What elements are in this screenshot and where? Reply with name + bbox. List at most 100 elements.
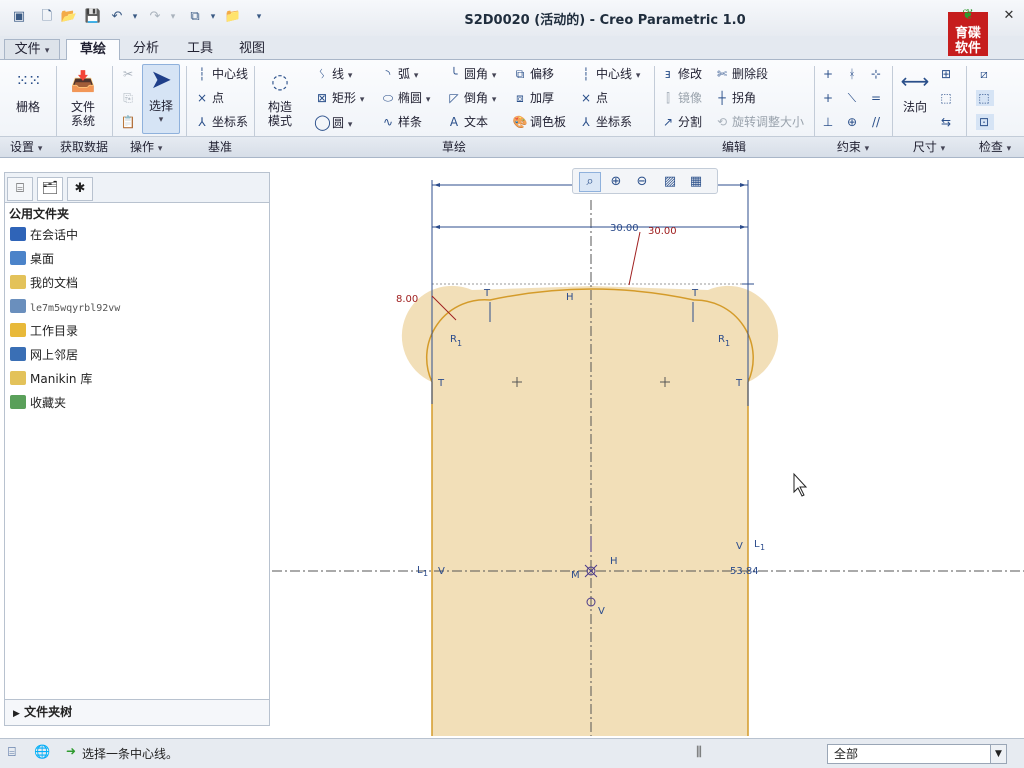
- folder-item-in-session[interactable]: 在会话中: [10, 227, 78, 243]
- tab-sketch[interactable]: 草绘: [66, 39, 120, 60]
- dim-width-30[interactable]: 30.00: [610, 223, 639, 234]
- folder-item-computer[interactable]: le7m5wqyrbl92vw: [10, 299, 120, 317]
- equal-constraint-button[interactable]: =: [868, 90, 886, 106]
- group-datum[interactable]: 基准: [186, 136, 254, 157]
- customize-toolbar-icon[interactable]: ▾: [250, 8, 268, 26]
- divide-button[interactable]: ↗ 分割: [660, 114, 702, 130]
- zoom-in-icon[interactable]: ⊕: [605, 172, 627, 192]
- tab-view[interactable]: 视图: [228, 39, 276, 60]
- display-style-icon[interactable]: ▦: [685, 172, 707, 192]
- selection-filter[interactable]: 全部 ▼: [827, 744, 1007, 764]
- group-dimension[interactable]: 尺寸 ▾: [892, 136, 966, 157]
- save-icon[interactable]: 💾: [84, 8, 102, 26]
- chamfer-button[interactable]: ◸ 倒角 ▾: [446, 90, 496, 108]
- folder-item-manikin-library[interactable]: Manikin 库: [10, 371, 92, 387]
- sketch-csys-button[interactable]: ⅄ 坐标系: [578, 114, 632, 130]
- datum-csys-button[interactable]: ⅄ 坐标系: [194, 114, 248, 130]
- chevron-down-icon[interactable]: ▼: [990, 745, 1006, 763]
- circle-button[interactable]: ◯圆 ▾: [314, 114, 352, 133]
- close-icon[interactable]: ✕: [1000, 8, 1018, 24]
- select-button[interactable]: ➤ 选择 ▾: [142, 64, 180, 134]
- group-edit[interactable]: 编辑: [654, 136, 814, 157]
- corner-button[interactable]: ┼ 拐角: [714, 90, 756, 106]
- midpoint-constraint-button[interactable]: ⊹: [868, 66, 886, 82]
- datum-centerline-button[interactable]: ┆ 中心线: [194, 66, 248, 82]
- mirror-button[interactable]: ⫿ 镜像: [660, 90, 702, 106]
- model-tree-icon[interactable]: ⌸: [8, 745, 16, 760]
- new-file-icon[interactable]: 🗋: [38, 8, 56, 26]
- copy-button[interactable]: ⎘: [120, 90, 138, 106]
- delete-segment-button[interactable]: ✄ 删除段: [714, 66, 768, 82]
- window-icon[interactable]: ⧉: [186, 8, 204, 26]
- folder-item-network[interactable]: 网上邻居: [10, 347, 78, 363]
- group-sketch[interactable]: 草绘: [254, 136, 654, 157]
- thicken-button[interactable]: ⧈ 加厚: [512, 90, 554, 106]
- model-tree-tab-icon[interactable]: ⌸: [7, 177, 33, 201]
- graphics-canvas[interactable]: 30.00 30.00 8.00 53.84 T T H T T R 1 R 1…: [272, 160, 1024, 736]
- grid-button[interactable]: ⁙⁙ 栅格: [8, 66, 48, 114]
- folder-tree-toggle[interactable]: ▶ 文件夹树: [5, 699, 269, 725]
- redo-icon[interactable]: ↷: [146, 8, 164, 26]
- zoom-out-icon[interactable]: ⊖: [631, 172, 653, 192]
- folder-item-desktop[interactable]: 桌面: [10, 251, 54, 267]
- modify-button[interactable]: ⱻ 修改: [660, 66, 702, 82]
- normal-dimension-button[interactable]: ⟷ 法向: [896, 66, 934, 114]
- spline-button[interactable]: ∿ 样条: [380, 114, 422, 130]
- tab-tools[interactable]: 工具: [176, 39, 224, 60]
- group-inspect[interactable]: 检查 ▾: [966, 136, 1024, 157]
- vertical-constraint-button[interactable]: +: [820, 66, 838, 82]
- group-get-data[interactable]: 获取数据: [56, 136, 112, 157]
- repaint-icon[interactable]: ▨: [659, 172, 681, 192]
- file-system-button[interactable]: 📥 文件 系统: [62, 66, 104, 128]
- reference-dimension-button[interactable]: ⇆: [938, 114, 956, 130]
- rotate-resize-button[interactable]: ⟲ 旋转调整大小: [714, 114, 804, 130]
- group-setup[interactable]: 设置 ▾: [0, 136, 56, 157]
- redo-dropdown-icon[interactable]: ▾: [164, 8, 182, 26]
- dim-width-30-strong[interactable]: 30.00: [648, 226, 677, 237]
- coincident-constraint-button[interactable]: ⟍: [844, 90, 862, 106]
- perimeter-dimension-button[interactable]: ⊞: [938, 66, 956, 82]
- undo-icon[interactable]: ↶: [108, 8, 126, 26]
- group-operations[interactable]: 操作 ▾: [112, 136, 186, 157]
- dim-radius-8[interactable]: 8.00: [396, 294, 418, 305]
- refit-icon[interactable]: ⌕: [579, 172, 601, 192]
- undo-dropdown-icon[interactable]: ▾: [126, 8, 144, 26]
- globe-icon[interactable]: 🌐: [34, 745, 50, 760]
- favorites-tab-icon[interactable]: ✱: [67, 177, 93, 201]
- construction-mode-button[interactable]: ◌ 构造 模式: [260, 66, 300, 128]
- tab-file[interactable]: 文件 ▾: [4, 39, 60, 60]
- folder-item-favorites[interactable]: 收藏夹: [10, 395, 66, 411]
- folder-browser-tab-icon[interactable]: 🗂: [37, 177, 63, 201]
- cut-button[interactable]: ✂: [120, 66, 138, 82]
- sketch-centerline-button[interactable]: ┆ 中心线 ▾: [578, 66, 640, 84]
- open-folder-icon[interactable]: 📂: [60, 8, 78, 26]
- text-button[interactable]: A 文本: [446, 114, 488, 130]
- paste-button[interactable]: 📋: [120, 114, 138, 130]
- rectangle-button[interactable]: ⊠ 矩形 ▾: [314, 90, 364, 108]
- folder-item-my-documents[interactable]: 我的文档: [10, 275, 78, 291]
- parallel-constraint-button[interactable]: //: [868, 114, 886, 130]
- shade-closed-loops-button[interactable]: ⬚: [976, 90, 994, 106]
- tab-analysis[interactable]: 分析: [122, 39, 170, 60]
- offset-button[interactable]: ⧉ 偏移: [512, 66, 554, 82]
- tangent-constraint-button[interactable]: ᚼ: [844, 66, 862, 82]
- overlap-check-button[interactable]: ⧄: [976, 66, 994, 82]
- dim-53-84[interactable]: 53.84: [730, 566, 759, 577]
- arc-button[interactable]: ◝ 弧 ▾: [380, 66, 419, 84]
- close-window-folder-icon[interactable]: 📁: [224, 8, 242, 26]
- fillet-button[interactable]: ╰ 圆角 ▾: [446, 66, 496, 84]
- highlight-open-ends-button[interactable]: ⊡: [976, 114, 994, 130]
- smart-selection-icon[interactable]: ⫼: [696, 745, 702, 760]
- perpendicular-constraint-button[interactable]: ⊥: [820, 114, 838, 130]
- line-button[interactable]: ᛊ线 ▾: [314, 66, 352, 84]
- palette-button[interactable]: 🎨 调色板: [512, 114, 567, 130]
- window-dropdown-icon[interactable]: ▾: [204, 8, 222, 26]
- sketch-point-button[interactable]: × 点: [578, 90, 608, 106]
- datum-point-button[interactable]: × 点: [194, 90, 224, 106]
- symmetric-constraint-button[interactable]: ⊕: [844, 114, 862, 130]
- ellipse-button[interactable]: ⬭ 椭圆 ▾: [380, 90, 431, 108]
- baseline-dimension-button[interactable]: ⬚: [938, 90, 956, 106]
- horizontal-constraint-button[interactable]: +: [820, 90, 838, 106]
- folder-item-working-directory[interactable]: 工作目录: [10, 323, 78, 339]
- group-constrain[interactable]: 约束 ▾: [814, 136, 892, 157]
